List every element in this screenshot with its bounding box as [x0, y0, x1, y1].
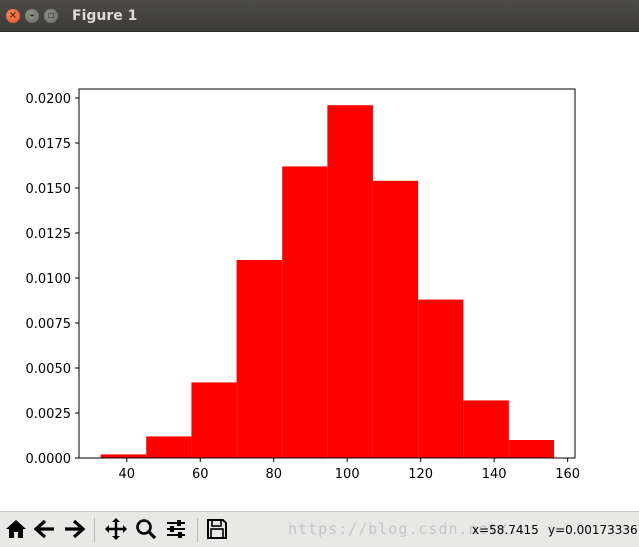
- back-arrow-icon: [34, 519, 54, 539]
- maximize-window-button[interactable]: ▫: [44, 9, 58, 23]
- pan-icon: [105, 518, 127, 540]
- y-tick-label: 0.0050: [26, 362, 72, 377]
- y-coordinate-readout: y=0.00173336: [548, 523, 638, 537]
- x-tick-label: 160: [555, 467, 580, 482]
- zoom-icon: [136, 519, 157, 540]
- histogram-bar: [282, 166, 328, 458]
- histogram-bar: [236, 260, 283, 458]
- y-tick-label: 0.0025: [26, 407, 72, 422]
- navigation-toolbar: https://blog.csdn.net/... x=58.7415 y=0.…: [0, 511, 639, 547]
- back-button[interactable]: [32, 516, 58, 542]
- x-axis: 40 60 80 100 120 140 160: [118, 458, 580, 482]
- x-tick-label: 60: [192, 467, 209, 482]
- save-button[interactable]: [204, 516, 230, 542]
- window-titlebar: × – ▫ Figure 1: [0, 0, 639, 32]
- y-tick-label: 0.0125: [26, 227, 72, 242]
- toolbar-separator: [197, 518, 198, 542]
- x-tick-label: 120: [408, 467, 433, 482]
- x-coordinate-readout: x=58.7415: [472, 523, 539, 537]
- x-tick-label: 40: [118, 467, 135, 482]
- y-tick-label: 0.0100: [26, 272, 72, 287]
- home-button[interactable]: [3, 516, 29, 542]
- y-tick-label: 0.0075: [26, 317, 72, 332]
- y-tick-label: 0.0200: [26, 92, 72, 107]
- y-tick-label: 0.0000: [26, 452, 72, 467]
- histogram-bar: [100, 454, 147, 458]
- save-icon: [207, 519, 227, 539]
- x-tick-label: 140: [482, 467, 507, 482]
- histogram-bar: [418, 299, 464, 458]
- pan-button[interactable]: [103, 516, 129, 542]
- toolbar-separator: [94, 518, 95, 542]
- histogram-bar: [327, 105, 373, 458]
- forward-arrow-icon: [65, 519, 85, 539]
- bar-group: [100, 105, 555, 459]
- x-tick-label: 80: [265, 467, 282, 482]
- y-tick-label: 0.0175: [26, 137, 72, 152]
- minimize-window-button[interactable]: –: [25, 9, 39, 23]
- close-window-button[interactable]: ×: [6, 9, 20, 23]
- subplots-config-icon: [167, 520, 185, 538]
- histogram-bar: [508, 440, 555, 458]
- forward-button[interactable]: [61, 516, 87, 542]
- subplots-config-button[interactable]: [163, 516, 189, 542]
- histogram-chart: 40 60 80 100 120 140 160 0.00000.00250.00500.0…: [26, 88, 580, 482]
- y-axis: 0.0000 0.0025 0.0050 0.0075 0.0100 0.0125 0.01…: [26, 92, 79, 467]
- histogram-bar: [191, 382, 237, 458]
- histogram-bar: [372, 180, 419, 459]
- histogram-bar: [463, 400, 509, 458]
- zoom-button[interactable]: [133, 516, 159, 542]
- window-title: Figure 1: [72, 8, 138, 24]
- histogram-bar: [146, 436, 192, 458]
- x-tick-label: 100: [335, 467, 360, 482]
- home-icon: [6, 520, 26, 538]
- y-tick-label: 0.0150: [26, 182, 72, 197]
